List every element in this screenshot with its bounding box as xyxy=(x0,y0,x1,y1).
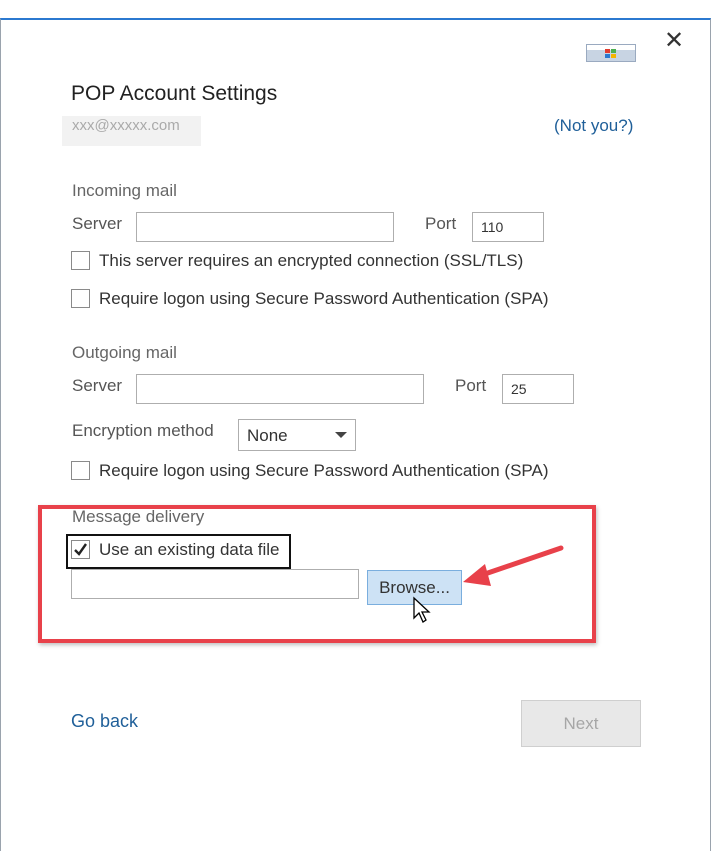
incoming-port-label: Port xyxy=(425,214,457,233)
outgoing-server-label: Server xyxy=(72,376,123,395)
ssl-checkbox[interactable] xyxy=(71,251,90,270)
outgoing-mail-heading: Outgoing mail xyxy=(72,343,177,362)
not-you-link[interactable]: (Not you?) xyxy=(554,116,633,136)
outgoing-spa-checkbox-label: Require logon using Secure Password Auth… xyxy=(99,461,549,480)
chevron-down-icon xyxy=(335,432,347,438)
outlook-logo-icon xyxy=(586,44,636,62)
mouse-cursor-icon xyxy=(413,596,431,623)
incoming-spa-checkbox-label: Require logon using Secure Password Auth… xyxy=(99,289,549,308)
annotation-arrow-icon xyxy=(463,545,564,586)
encryption-method-label: Encryption method xyxy=(72,421,214,440)
incoming-mail-heading: Incoming mail xyxy=(72,181,177,200)
incoming-spa-checkbox[interactable] xyxy=(71,289,90,308)
encryption-method-select[interactable]: None xyxy=(238,419,356,451)
outgoing-server-input[interactable] xyxy=(136,374,424,404)
incoming-server-label: Server xyxy=(72,214,123,233)
incoming-server-input[interactable] xyxy=(136,212,394,242)
account-email: xxx@xxxxx.com xyxy=(62,116,201,146)
close-icon[interactable]: ✕ xyxy=(663,29,685,53)
encryption-method-value: None xyxy=(247,426,288,445)
go-back-link[interactable]: Go back xyxy=(71,711,138,732)
incoming-port-input[interactable] xyxy=(472,212,544,242)
outgoing-spa-checkbox[interactable] xyxy=(71,461,90,480)
outgoing-port-label: Port xyxy=(455,376,487,395)
next-button[interactable]: Next xyxy=(521,700,641,747)
dialog-title: POP Account Settings xyxy=(71,82,278,105)
outgoing-port-input[interactable] xyxy=(502,374,574,404)
ssl-checkbox-label: This server requires an encrypted connec… xyxy=(99,251,524,270)
